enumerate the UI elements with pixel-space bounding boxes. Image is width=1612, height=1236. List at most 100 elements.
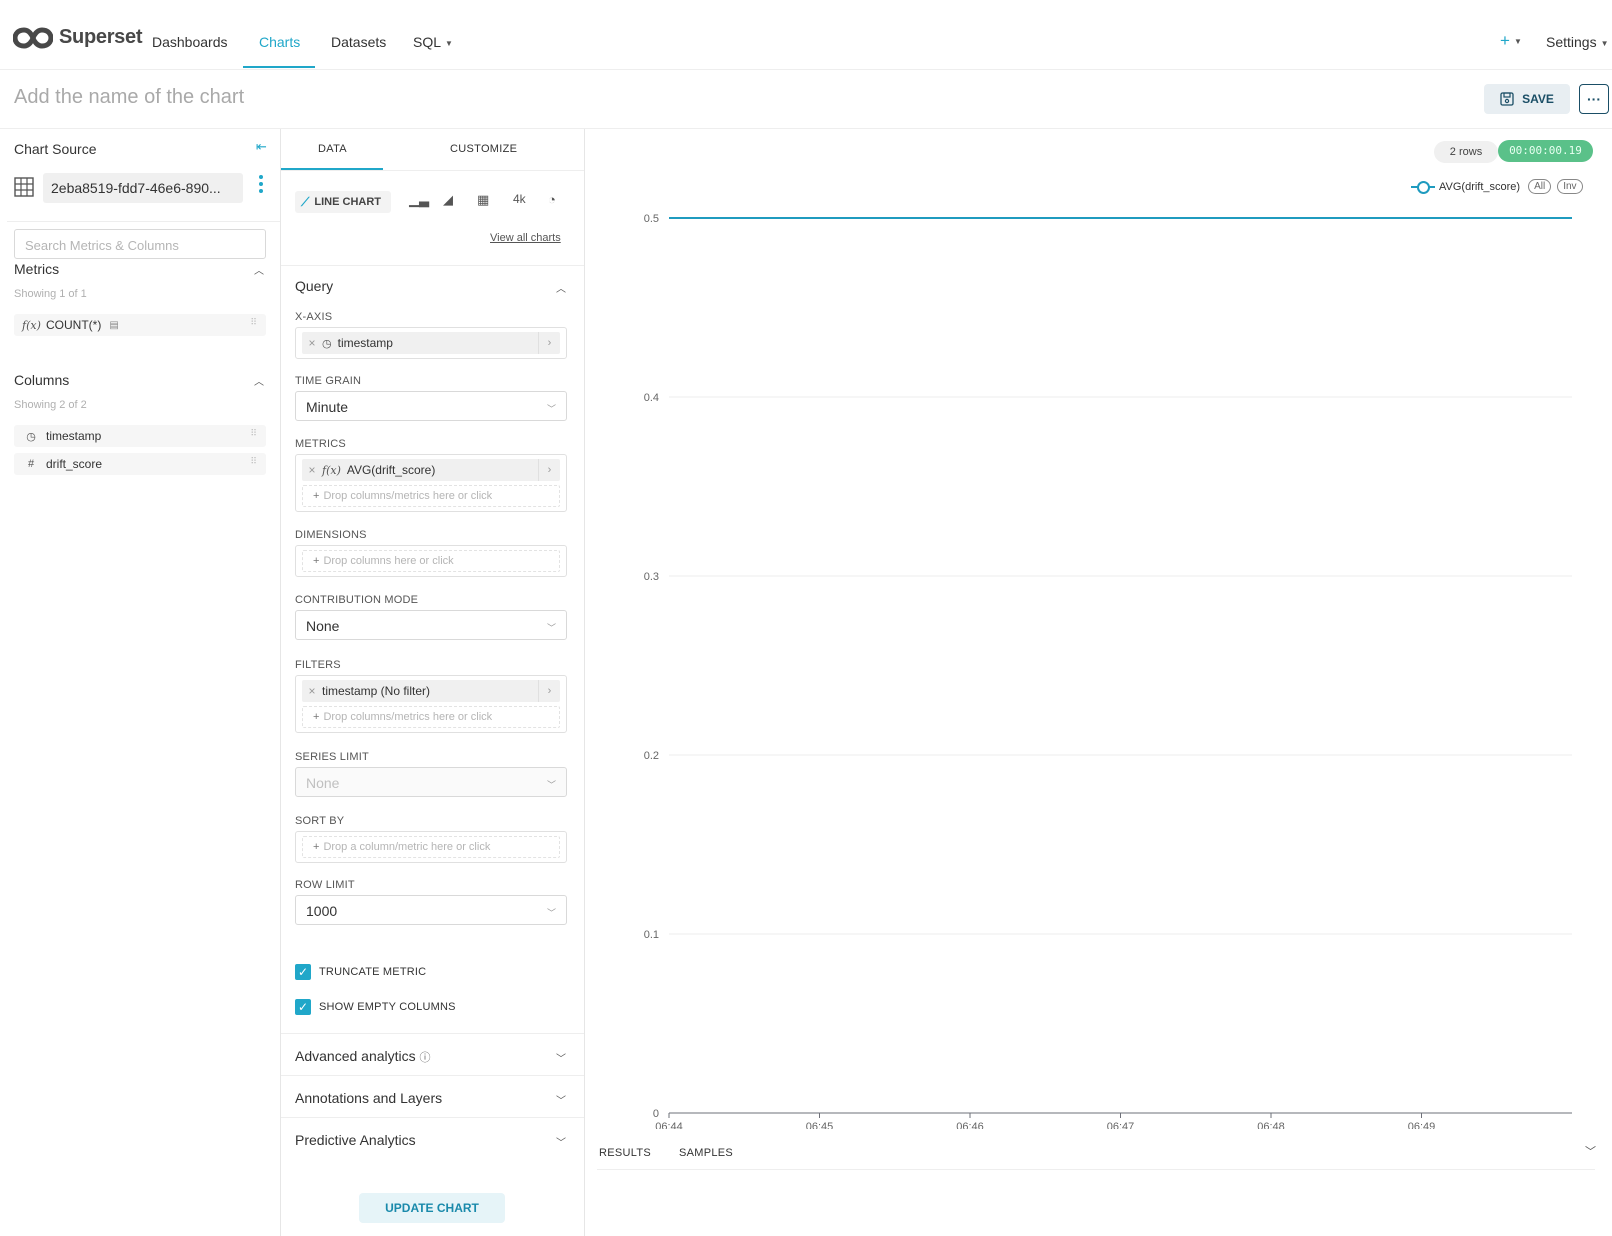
x-tick-label: 06:47 bbox=[1107, 1121, 1135, 1129]
query-section-title[interactable]: Query bbox=[295, 278, 333, 294]
row-limit-select[interactable]: 1000 ﹀ bbox=[295, 895, 567, 925]
nav-charts[interactable]: Charts bbox=[259, 34, 300, 50]
clock-icon: ◷ bbox=[26, 430, 36, 443]
metrics-label: METRICS bbox=[295, 438, 346, 450]
collapse-panel-icon[interactable]: ⇤ bbox=[256, 139, 267, 155]
big-number-icon[interactable]: 4k bbox=[513, 192, 526, 206]
settings-label: Settings bbox=[1546, 34, 1597, 50]
view-all-charts-link[interactable]: View all charts bbox=[490, 232, 561, 244]
more-options-button[interactable]: ··· bbox=[1579, 84, 1609, 114]
series-limit-select[interactable]: None ﹀ bbox=[295, 767, 567, 797]
dimensions-control: + Drop columns here or click bbox=[295, 545, 567, 577]
section-advanced-analytics[interactable]: Advanced analytics ⓘ ﹀ bbox=[281, 1033, 584, 1075]
remove-icon[interactable]: × bbox=[302, 336, 322, 350]
metrics-drop-zone[interactable]: + Drop columns/metrics here or click bbox=[302, 485, 560, 507]
section-predictive-analytics[interactable]: Predictive Analytics ﹀ bbox=[281, 1117, 584, 1159]
sql-expression-icon: ▤ bbox=[109, 319, 119, 331]
time-grain-label: TIME GRAIN bbox=[295, 375, 362, 387]
superset-logo-icon bbox=[13, 26, 53, 49]
datasource-panel: Chart Source ⇤ 2eba8519-fdd7-46e6-890...… bbox=[0, 129, 281, 1236]
metrics-section-title[interactable]: Metrics bbox=[14, 261, 59, 277]
nav-dashboards[interactable]: Dashboards bbox=[152, 34, 228, 50]
search-metrics-input[interactable]: Search Metrics & Columns bbox=[14, 229, 266, 259]
new-menu[interactable]: + ▼ bbox=[1500, 31, 1522, 51]
x-axis-pill[interactable]: × ◷ timestamp › bbox=[302, 332, 560, 354]
table-icon[interactable]: ▦ bbox=[477, 192, 489, 208]
metric-pill[interactable]: × f(x) AVG(drift_score) › bbox=[302, 459, 560, 481]
viz-type-line-chart[interactable]: ⟋ LINE CHART bbox=[295, 191, 391, 213]
update-chart-button[interactable]: UPDATE CHART bbox=[359, 1193, 505, 1223]
filter-pill[interactable]: × timestamp (No filter) › bbox=[302, 680, 560, 702]
caret-down-icon: ▼ bbox=[1600, 38, 1609, 48]
drag-handle-icon[interactable]: ⠿ bbox=[250, 318, 257, 327]
divider bbox=[281, 170, 584, 171]
dataset-name[interactable]: 2eba8519-fdd7-46e6-890... bbox=[43, 173, 243, 203]
dataset-menu-icon[interactable] bbox=[259, 175, 265, 196]
save-label: SAVE bbox=[1522, 92, 1554, 106]
x-tick-label: 06:45 bbox=[806, 1121, 834, 1129]
section-title-text: Advanced analytics bbox=[295, 1048, 416, 1064]
chevron-down-icon: ﹀ bbox=[556, 1096, 566, 1107]
superset-logo[interactable]: Superset bbox=[13, 26, 142, 49]
chevron-up-icon[interactable]: ︿ bbox=[254, 262, 264, 277]
drag-handle-icon[interactable]: ⠿ bbox=[250, 429, 257, 438]
divider bbox=[7, 221, 280, 222]
tab-samples[interactable]: SAMPLES bbox=[679, 1147, 733, 1159]
section-title: Annotations and Layers bbox=[295, 1090, 443, 1106]
contribution-mode-select[interactable]: None ﹀ bbox=[295, 610, 567, 640]
chevron-right-icon[interactable]: › bbox=[538, 332, 560, 354]
section-annotations-layers[interactable]: Annotations and Layers ﹀ bbox=[281, 1075, 584, 1117]
metrics-control: × f(x) AVG(drift_score) › + Drop columns/… bbox=[295, 454, 567, 512]
function-icon: f(x) bbox=[322, 463, 341, 477]
dimensions-drop-zone[interactable]: + Drop columns here or click bbox=[302, 550, 560, 572]
series-limit-label: SERIES LIMIT bbox=[295, 751, 369, 763]
caret-down-icon: ▼ bbox=[445, 38, 453, 48]
remove-icon[interactable]: × bbox=[302, 463, 322, 477]
x-tick-label: 06:46 bbox=[956, 1121, 984, 1129]
show-empty-columns-label: SHOW EMPTY COLUMNS bbox=[319, 1001, 456, 1013]
filters-drop-zone[interactable]: + Drop columns/metrics here or click bbox=[302, 706, 560, 728]
plus-icon: + bbox=[313, 555, 320, 567]
column-item-timestamp[interactable]: ◷ timestamp ⠿ bbox=[14, 425, 266, 447]
chevron-right-icon[interactable]: › bbox=[538, 459, 560, 481]
info-icon[interactable]: ⓘ bbox=[420, 1052, 431, 1064]
time-grain-select[interactable]: Minute ﹀ bbox=[295, 391, 567, 421]
chevron-up-icon[interactable]: ︿ bbox=[556, 280, 566, 295]
divider bbox=[281, 265, 584, 266]
sort-by-control: + Drop a column/metric here or click bbox=[295, 831, 567, 863]
tab-customize[interactable]: CUSTOMIZE bbox=[450, 143, 517, 155]
control-panel: DATA CUSTOMIZE ⟋ LINE CHART ▁▃ ◢ ▦ 4k ◔ … bbox=[281, 129, 585, 1236]
tab-data[interactable]: DATA bbox=[318, 143, 347, 155]
column-label: drift_score bbox=[46, 457, 103, 471]
bar-chart-icon[interactable]: ▁▃ bbox=[409, 192, 429, 208]
metric-item[interactable]: f(x) COUNT(*) ▤ ⠿ bbox=[14, 314, 266, 336]
nav-datasets[interactable]: Datasets bbox=[331, 34, 386, 50]
show-empty-columns-checkbox[interactable]: ✓ bbox=[295, 999, 311, 1015]
y-tick-label: 0.2 bbox=[644, 750, 659, 762]
area-chart-icon[interactable]: ◢ bbox=[443, 192, 453, 208]
chevron-up-icon[interactable]: ︿ bbox=[254, 373, 264, 388]
save-button[interactable]: SAVE bbox=[1484, 84, 1570, 114]
sort-by-drop-zone[interactable]: + Drop a column/metric here or click bbox=[302, 836, 560, 858]
chart-name-input[interactable]: Add the name of the chart bbox=[14, 86, 244, 109]
plus-icon: + bbox=[313, 841, 320, 853]
y-tick-label: 0 bbox=[653, 1108, 659, 1120]
nav-sql[interactable]: SQL ▼ bbox=[413, 34, 453, 50]
tab-results[interactable]: RESULTS bbox=[599, 1147, 651, 1159]
truncate-metric-checkbox[interactable]: ✓ bbox=[295, 964, 311, 980]
remove-icon[interactable]: × bbox=[302, 684, 322, 698]
chevron-right-icon[interactable]: › bbox=[538, 680, 560, 702]
columns-section-title[interactable]: Columns bbox=[14, 372, 69, 388]
chevron-down-icon[interactable]: ﹀ bbox=[1585, 1143, 1596, 1159]
column-item-drift-score[interactable]: # drift_score ⠿ bbox=[14, 453, 266, 475]
plus-icon: + bbox=[313, 711, 320, 723]
y-tick-label: 0.1 bbox=[644, 929, 659, 941]
x-axis-value: timestamp bbox=[337, 336, 393, 350]
settings-menu[interactable]: Settings ▼ bbox=[1546, 34, 1609, 50]
x-tick-label: 06:48 bbox=[1257, 1121, 1285, 1129]
viz-type-label: LINE CHART bbox=[314, 196, 382, 208]
pie-chart-icon[interactable]: ◔ bbox=[548, 192, 556, 207]
drag-handle-icon[interactable]: ⠿ bbox=[250, 457, 257, 466]
columns-count: Showing 2 of 2 bbox=[14, 399, 87, 411]
contribution-mode-value: None bbox=[306, 618, 340, 634]
